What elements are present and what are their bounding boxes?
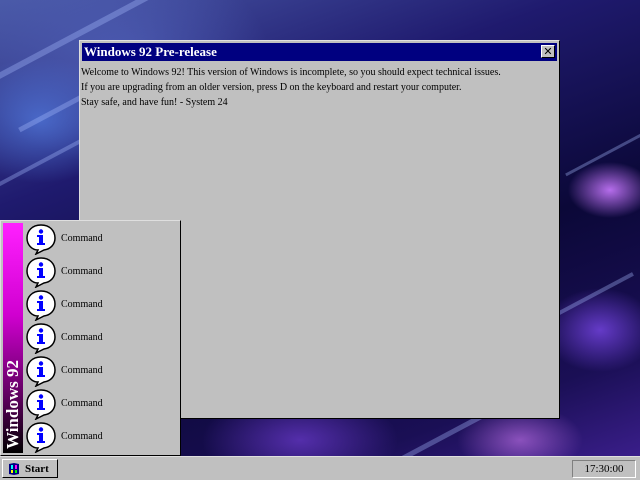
taskbar: Start 17:30:00	[0, 456, 640, 480]
menu-item-label: Command	[61, 365, 103, 376]
info-icon	[26, 289, 56, 321]
start-menu: Windows 92 Command Command Command Comma…	[0, 220, 181, 456]
start-menu-banner-text: Windows 92	[3, 360, 22, 449]
start-menu-item-command[interactable]: Command	[25, 420, 179, 453]
menu-item-label: Command	[61, 398, 103, 409]
dialog-titlebar[interactable]: Windows 92 Pre-release ✕	[82, 43, 557, 61]
info-icon	[26, 256, 56, 288]
menu-item-label: Command	[61, 266, 103, 277]
dialog-title: Windows 92 Pre-release	[84, 44, 217, 59]
start-button[interactable]: Start	[2, 459, 58, 478]
close-icon: ✕	[543, 45, 553, 58]
start-menu-item-command[interactable]: Command	[25, 288, 179, 321]
menu-item-label: Command	[61, 299, 103, 310]
start-label: Start	[25, 462, 49, 475]
menu-item-label: Command	[61, 332, 103, 343]
message-line: Welcome to Windows 92! This version of W…	[81, 67, 501, 78]
windows-logo-icon	[6, 461, 22, 476]
start-menu-item-command[interactable]: Command	[25, 255, 179, 288]
start-menu-item-command[interactable]: Command	[25, 387, 179, 420]
start-menu-item-command[interactable]: Command	[25, 321, 179, 354]
menu-item-label: Command	[61, 431, 103, 442]
info-icon	[26, 322, 56, 354]
message-line: Stay safe, and have fun! - System 24	[81, 97, 228, 108]
message-line: If you are upgrading from an older versi…	[81, 82, 462, 93]
close-button[interactable]: ✕	[541, 45, 555, 58]
info-icon	[26, 421, 56, 453]
info-icon	[26, 223, 56, 255]
info-icon	[26, 388, 56, 420]
start-menu-item-command[interactable]: Command	[25, 354, 179, 387]
taskbar-clock: 17:30:00	[572, 460, 636, 478]
start-menu-items: Command Command Command Command Command …	[25, 222, 179, 453]
start-menu-banner: Windows 92	[3, 223, 23, 453]
dialog-message: Welcome to Windows 92! This version of W…	[81, 65, 501, 110]
info-icon	[26, 355, 56, 387]
start-menu-item-command[interactable]: Command	[25, 222, 179, 255]
menu-item-label: Command	[61, 233, 103, 244]
